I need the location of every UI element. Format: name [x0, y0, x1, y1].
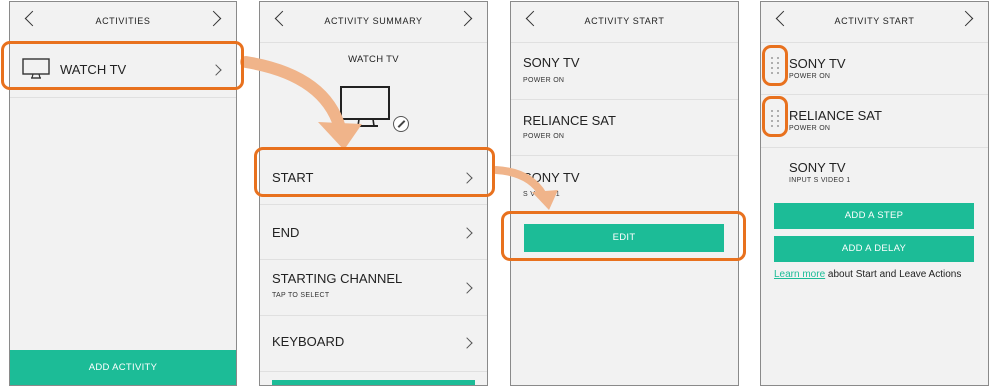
- flow-arrow-1-head: [318, 122, 362, 150]
- callout-edit: [501, 211, 746, 261]
- flow-arrow-1: [240, 56, 346, 134]
- flow-arrow-2: [492, 166, 547, 199]
- callout-start: [254, 147, 495, 197]
- callout-drag-handle-2: [762, 96, 788, 137]
- callout-drag-handle-1: [762, 45, 788, 86]
- callout-watch-tv: [1, 41, 244, 90]
- flow-arrow-2-head: [532, 190, 558, 210]
